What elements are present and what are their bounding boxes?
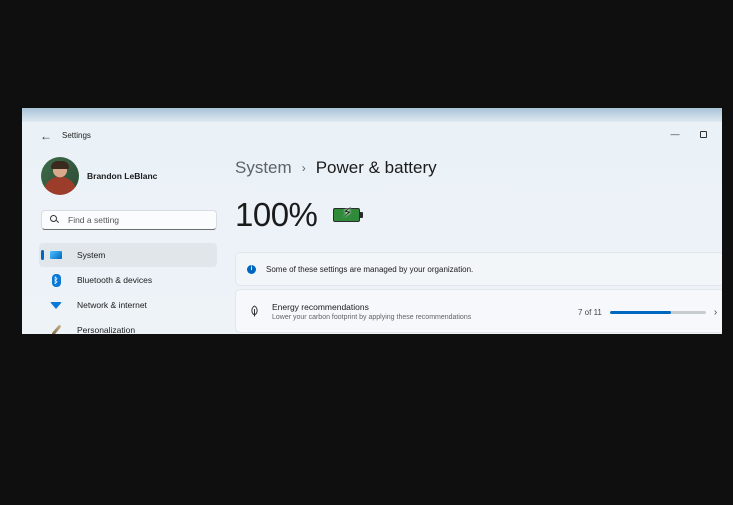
back-arrow-icon[interactable]: ← (38, 128, 54, 144)
battery-percentage: 100% (235, 196, 318, 233)
sidebar-item-label: Bluetooth & devices (77, 275, 153, 285)
sidebar-item-personalization[interactable]: Personalization (39, 318, 217, 334)
brush-icon (49, 323, 63, 334)
settings-window: ← Settings — Brandon LeBlanc System ᛒ Bl… (22, 108, 722, 334)
search-box[interactable] (41, 210, 217, 230)
page-title: Power & battery (315, 158, 437, 177)
breadcrumb-parent[interactable]: System (235, 158, 292, 178)
info-icon: i (247, 264, 256, 274)
chevron-right-icon: › (713, 306, 718, 318)
app-title: Settings (62, 131, 91, 140)
sidebar-item-label: Network & internet (77, 300, 147, 310)
sidebar-item-network[interactable]: Network & internet (39, 293, 217, 317)
battery-status: 100% ⚡ (235, 196, 365, 234)
search-input[interactable] (68, 215, 208, 225)
breadcrumb: System › Power & battery (235, 158, 437, 178)
energy-title: Energy recommendations (272, 301, 369, 312)
recommendation-count: 7 of 11 (578, 307, 602, 317)
sidebar-nav: System ᛒ Bluetooth & devices Network & i… (39, 243, 217, 334)
wifi-icon (49, 298, 63, 312)
sidebar-item-bluetooth[interactable]: ᛒ Bluetooth & devices (39, 268, 217, 292)
user-profile[interactable]: Brandon LeBlanc (41, 157, 157, 195)
title-bar: ← Settings — (22, 122, 722, 150)
minimize-button[interactable]: — (665, 126, 685, 142)
notice-text: Some of these settings are managed by yo… (266, 264, 474, 274)
sidebar-item-label: Personalization (77, 325, 136, 334)
leaf-icon (248, 305, 260, 317)
energy-subtitle: Lower your carbon footprint by applying … (272, 313, 472, 321)
maximize-icon (699, 130, 707, 138)
search-icon (50, 215, 60, 225)
window-top-strip (22, 108, 722, 122)
maximize-button[interactable] (693, 126, 713, 142)
bluetooth-icon: ᛒ (49, 273, 63, 287)
progress-fill (609, 310, 671, 314)
sidebar-item-label: System (77, 250, 106, 260)
energy-recommendations-card[interactable]: Energy recommendations Lower your carbon… (235, 289, 722, 333)
user-name: Brandon LeBlanc (87, 171, 158, 181)
sidebar-item-system[interactable]: System (39, 243, 217, 267)
avatar (41, 157, 79, 195)
recommendation-progress-bar (609, 310, 706, 314)
managed-by-org-notice: i Some of these settings are managed by … (235, 252, 722, 286)
system-icon (49, 248, 63, 262)
battery-charging-icon: ⚡ (333, 204, 365, 225)
breadcrumb-separator: › (301, 161, 306, 175)
